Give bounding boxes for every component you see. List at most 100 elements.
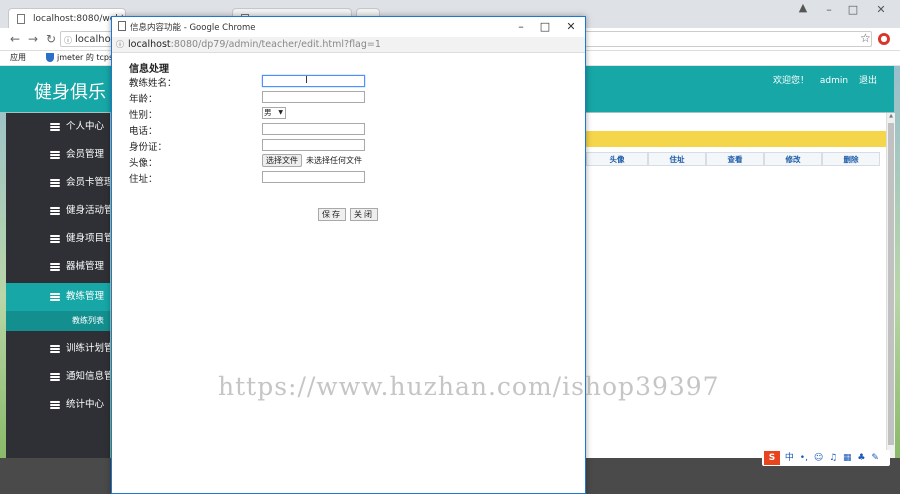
ime-toolbar[interactable]: S 中 •, ☺ ♫ ▦ ♣ ✎	[762, 450, 890, 466]
list-icon	[50, 151, 60, 159]
emoji-icon[interactable]: ☺	[814, 453, 823, 463]
age-label: 年龄：	[129, 94, 158, 105]
gender-selected-value: 男	[264, 108, 272, 117]
sidebar-item-label: 会员管理	[66, 149, 105, 160]
sidebar-item-projects[interactable]: 健身项目管理	[6, 225, 110, 253]
sidebar-item-coaches[interactable]: 教练管理	[6, 283, 110, 311]
tab-webtoolbar[interactable]: localhost:8080/webto	[8, 8, 126, 28]
sidebar-item-activities[interactable]: 健身活动管理	[6, 197, 110, 225]
maximize-button[interactable]: □	[842, 2, 864, 18]
phone-label: 电话：	[129, 126, 158, 137]
submenu-item-coach-list[interactable]: 教练列表	[6, 311, 110, 331]
sidebar-item-equipment[interactable]: 器械管理	[6, 253, 110, 281]
bookmark-apps[interactable]: 应用	[10, 51, 26, 65]
minimize-button[interactable]: –	[818, 2, 840, 18]
bookmark-jmeter[interactable]: jmeter 的 tcpsa	[46, 51, 118, 65]
sidebar-item-statistics[interactable]: 统计中心	[6, 391, 110, 419]
skin-icon[interactable]: ♣	[857, 453, 865, 463]
sidebar-item-label: 训练计划管理	[66, 343, 110, 354]
bookmark-label: jmeter 的 tcpsa	[57, 53, 119, 62]
list-icon	[50, 345, 60, 353]
welcome-area: 欢迎您！ admin 退出	[773, 73, 885, 86]
sidebar-item-label: 会员卡管理	[66, 177, 110, 188]
popup-close-button[interactable]: ✕	[562, 19, 580, 35]
sidebar-item-label: 健身项目管理	[66, 233, 110, 244]
column-header-edit: 修改	[764, 152, 822, 166]
sidebar-item-label: 个人中心	[66, 121, 105, 132]
list-icon	[50, 401, 60, 409]
popup-window: 信息内容功能 - Google Chrome – □ ✕ ⓘ localhost…	[111, 16, 586, 494]
reload-icon[interactable]: ↻	[44, 31, 58, 47]
sidebar-item-personal-center[interactable]: 个人中心	[6, 113, 110, 141]
column-header-avatar: 头像	[586, 152, 648, 166]
list-icon	[50, 207, 60, 215]
save-button[interactable]: 保存	[318, 208, 346, 221]
back-arrow-icon[interactable]: ←	[8, 31, 22, 47]
extension-icon[interactable]: ●	[878, 33, 890, 45]
page-scrollbar[interactable]: ▲	[886, 113, 895, 458]
coach-name-input[interactable]	[262, 75, 365, 87]
close-form-button[interactable]: 关闭	[350, 208, 378, 221]
column-header-address: 住址	[648, 152, 706, 166]
sidebar-item-label: 教练管理	[66, 291, 105, 302]
sidebar-item-notices[interactable]: 通知信息管理	[6, 363, 110, 391]
welcome-text: 欢迎您！	[773, 76, 810, 86]
app-title: 健身俱乐	[34, 82, 106, 103]
profile-icon[interactable]: ▲	[792, 0, 814, 16]
popup-title: 信息内容功能 - Google Chrome	[130, 23, 256, 33]
text-cursor-icon: I	[305, 75, 308, 86]
list-icon	[50, 123, 60, 131]
gender-select[interactable]: 男 ▼	[262, 107, 286, 119]
column-header-view: 查看	[706, 152, 764, 166]
age-input[interactable]	[262, 91, 365, 103]
document-icon	[17, 14, 25, 24]
document-icon	[118, 21, 126, 31]
sidebar-item-training-plans[interactable]: 训练计划管理	[6, 335, 110, 363]
logout-link[interactable]: 退出	[859, 76, 877, 86]
list-icon	[50, 373, 60, 381]
popup-maximize-button[interactable]: □	[536, 19, 554, 35]
close-button[interactable]: ✕	[870, 2, 892, 18]
list-icon	[50, 179, 60, 187]
choose-file-button[interactable]: 选择文件	[262, 154, 302, 167]
bookmark-star-icon[interactable]: ☆	[860, 31, 871, 45]
form-heading: 信息处理	[129, 64, 169, 75]
sogou-ime-icon: S	[764, 451, 780, 465]
sidebar-item-label: 通知信息管理	[66, 371, 110, 382]
column-header-delete: 删除	[822, 152, 880, 166]
sidebar-item-label: 器械管理	[66, 261, 105, 272]
sidebar: 个人中心 会员管理 会员卡管理 健身活动管理 健身项目管理 器械管理 教练管理 …	[6, 113, 110, 458]
idcard-input[interactable]	[262, 139, 365, 151]
popup-address-bar[interactable]: ⓘ localhost:8080/dp79/admin/teacher/edit…	[112, 37, 585, 53]
list-icon	[50, 235, 60, 243]
sidebar-item-label: 统计中心	[66, 399, 105, 410]
file-status: 未选择任何文件	[306, 156, 362, 165]
popup-minimize-button[interactable]: –	[512, 19, 530, 35]
shield-icon	[46, 53, 54, 62]
avatar-label: 头像：	[129, 158, 158, 169]
url-host: localhost	[128, 39, 171, 50]
list-icon	[50, 293, 60, 301]
keyboard-icon[interactable]: ▦	[843, 453, 852, 463]
table-header: 头像 住址 查看 修改 删除	[586, 152, 882, 166]
sidebar-item-members[interactable]: 会员管理	[6, 141, 110, 169]
sidebar-item-member-cards[interactable]: 会员卡管理	[6, 169, 110, 197]
username-link[interactable]: admin	[820, 76, 848, 86]
forward-arrow-icon[interactable]: →	[26, 31, 40, 47]
tools-icon[interactable]: ✎	[871, 453, 879, 463]
gender-label: 性别：	[129, 110, 158, 121]
punctuation-icon[interactable]: •,	[800, 453, 808, 463]
notice-bar	[586, 131, 886, 147]
coach-name-label: 教练姓名：	[129, 78, 177, 89]
scroll-up-arrow-icon[interactable]: ▲	[887, 113, 895, 121]
popup-titlebar[interactable]: 信息内容功能 - Google Chrome – □ ✕	[112, 17, 585, 37]
ime-mode-label[interactable]: 中	[785, 453, 794, 463]
phone-input[interactable]	[262, 123, 365, 135]
microphone-icon[interactable]: ♫	[829, 453, 837, 463]
info-icon: ⓘ	[64, 36, 72, 45]
watermark: https://www.huzhan.com/ishop39397	[218, 372, 720, 401]
idcard-label: 身份证：	[129, 142, 168, 153]
chevron-down-icon: ▼	[278, 109, 283, 116]
scrollbar-thumb[interactable]	[888, 123, 894, 445]
address-input[interactable]	[262, 171, 365, 183]
